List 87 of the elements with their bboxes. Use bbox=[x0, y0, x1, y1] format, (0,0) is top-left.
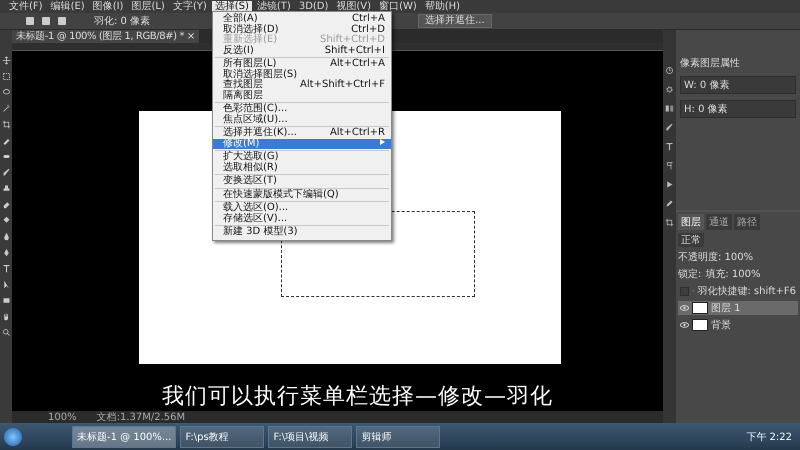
brush-icon[interactable] bbox=[665, 123, 674, 132]
paragraph-icon[interactable] bbox=[665, 161, 674, 170]
menu-entry[interactable]: 扩大选取(G) bbox=[213, 152, 391, 162]
marquee-icon[interactable] bbox=[2, 72, 10, 81]
swatches-icon[interactable] bbox=[665, 104, 674, 113]
magnifier-icon[interactable] bbox=[2, 328, 10, 337]
width-field[interactable]: W: 0 像素 bbox=[680, 76, 796, 94]
menu-item[interactable]: 选择(S) bbox=[212, 1, 252, 12]
menu-entry[interactable]: 焦点区域(U)... bbox=[213, 114, 391, 125]
brush-icon[interactable] bbox=[2, 168, 10, 177]
stamp-icon[interactable] bbox=[2, 184, 10, 193]
document-size: 文档:1.37M/2.56M bbox=[96, 412, 186, 422]
panel-tab[interactable]: 路径 bbox=[734, 214, 760, 230]
menu-entry[interactable]: 在快速蒙版模式下编辑(Q) bbox=[213, 190, 391, 200]
layer-row[interactable]: 背景 bbox=[678, 318, 798, 332]
menu-entry[interactable]: 选择并遮住(K)... Alt+Ctrl+R bbox=[213, 128, 391, 138]
menu-item[interactable]: 文件(F) bbox=[6, 1, 46, 12]
taskbar-button[interactable]: F:\ps教程 bbox=[180, 426, 264, 448]
menu-entry[interactable]: 全部(A) Ctrl+A bbox=[213, 14, 391, 24]
blend-mode-dropdown[interactable]: 正常 bbox=[678, 233, 704, 247]
menu-item[interactable]: 文字(Y) bbox=[170, 1, 210, 12]
lock-label: 锁定: bbox=[678, 268, 702, 281]
menu-entry[interactable]: 隔离图层 bbox=[213, 90, 391, 101]
subtitle: 我们可以执行菜单栏选择—修改—羽化 bbox=[162, 384, 553, 410]
taskbar-button[interactable]: 未标题-1 @ 100%... bbox=[72, 426, 176, 448]
gear-icon[interactable] bbox=[665, 85, 674, 94]
menu-entry[interactable]: 存储选区(V)... bbox=[213, 214, 391, 224]
menu-entry[interactable]: 色彩范围(C)... bbox=[213, 104, 391, 114]
layer-thumbnail bbox=[692, 302, 708, 314]
eraser-icon[interactable] bbox=[2, 200, 10, 209]
zoom-level: 100% bbox=[48, 412, 77, 422]
start-button[interactable] bbox=[4, 428, 22, 446]
menu-item[interactable]: 3D(D) bbox=[296, 1, 332, 12]
menu-item[interactable]: 视图(V) bbox=[333, 1, 374, 12]
document-tab[interactable]: 未标题-1 @ 100% (图层 1, RGB/8#) * × bbox=[12, 30, 199, 43]
menu-entry[interactable]: 所有图层(L) Alt+Ctrl+A bbox=[213, 59, 391, 70]
feather-field[interactable]: 羽化: 0 像素 bbox=[94, 14, 150, 28]
type-icon[interactable] bbox=[2, 264, 10, 273]
eye-icon[interactable] bbox=[680, 305, 689, 311]
menu-entry[interactable]: 查找图层 Alt+Shift+Ctrl+F bbox=[213, 80, 391, 90]
menu-item[interactable]: 编辑(E) bbox=[48, 1, 88, 12]
submenu-arrow-icon bbox=[380, 138, 385, 144]
layer-row[interactable]: 羽化快捷键: shift+F6 bbox=[678, 284, 798, 298]
arrow-icon[interactable] bbox=[2, 280, 10, 289]
crop-icon[interactable] bbox=[665, 218, 674, 227]
menu-item[interactable]: 帮助(H) bbox=[422, 1, 464, 12]
hand-icon[interactable] bbox=[2, 312, 10, 321]
crop-icon[interactable] bbox=[2, 120, 10, 129]
drop-icon[interactable] bbox=[2, 232, 10, 241]
text-icon[interactable] bbox=[665, 142, 674, 151]
menu-item[interactable]: 图层(L) bbox=[128, 1, 168, 12]
layer-row[interactable]: 图层 1 bbox=[678, 301, 798, 315]
menu-entry[interactable]: 变换选区(T) bbox=[213, 176, 391, 186]
wand-icon[interactable] bbox=[2, 104, 10, 113]
menu-entry[interactable]: 取消选择图层(S) bbox=[213, 70, 391, 80]
select-mask-button[interactable]: 选择并遮住... bbox=[418, 14, 492, 28]
layer-name: 背景 bbox=[711, 318, 731, 332]
menu-entry[interactable]: 取消选择(D) Ctrl+D bbox=[213, 24, 391, 35]
lasso-icon[interactable] bbox=[2, 88, 10, 97]
eye-icon[interactable] bbox=[680, 322, 689, 328]
layer-thumbnail bbox=[692, 319, 708, 331]
play-icon[interactable] bbox=[665, 180, 674, 189]
properties-title: 像素图层属性 bbox=[680, 56, 740, 70]
bandage-icon[interactable] bbox=[2, 152, 10, 161]
layer-name: 图层 1 bbox=[711, 302, 741, 315]
height-field[interactable]: H: 0 像素 bbox=[680, 100, 796, 118]
rectangle-icon[interactable] bbox=[2, 296, 10, 305]
edit-icon[interactable] bbox=[665, 199, 674, 208]
menu-entry[interactable]: 新建 3D 模型(3) bbox=[213, 227, 391, 238]
opacity-field[interactable]: 不透明度: 100% bbox=[678, 250, 754, 264]
taskbar-button[interactable]: 剪辑师 bbox=[356, 426, 440, 448]
clock: 下午 2:22 bbox=[746, 430, 792, 444]
panel-tab[interactable]: 通道 bbox=[706, 214, 732, 230]
menu-entry[interactable]: 载入选区(O)... bbox=[213, 203, 391, 214]
layer-name: 羽化快捷键: shift+F6 bbox=[697, 284, 796, 298]
fill-field[interactable]: 填充: 100% bbox=[705, 267, 761, 281]
menu-item[interactable]: 窗口(W) bbox=[376, 1, 420, 12]
menu-entry[interactable]: 修改(M) bbox=[213, 138, 391, 149]
menu-item[interactable]: 图像(I) bbox=[90, 1, 126, 12]
panel-tab[interactable]: 图层 bbox=[678, 214, 704, 230]
history-icon[interactable] bbox=[665, 66, 674, 75]
menu-entry[interactable]: 反选(I) Shift+Ctrl+I bbox=[213, 46, 391, 56]
visibility-toggle[interactable] bbox=[680, 286, 689, 296]
menu-item[interactable]: 滤镜(T) bbox=[254, 1, 294, 12]
move-icon[interactable] bbox=[2, 56, 10, 65]
menu-entry[interactable]: 选取相似(R) bbox=[213, 162, 391, 173]
taskbar-button[interactable]: F:\项目\视频 bbox=[268, 426, 352, 448]
